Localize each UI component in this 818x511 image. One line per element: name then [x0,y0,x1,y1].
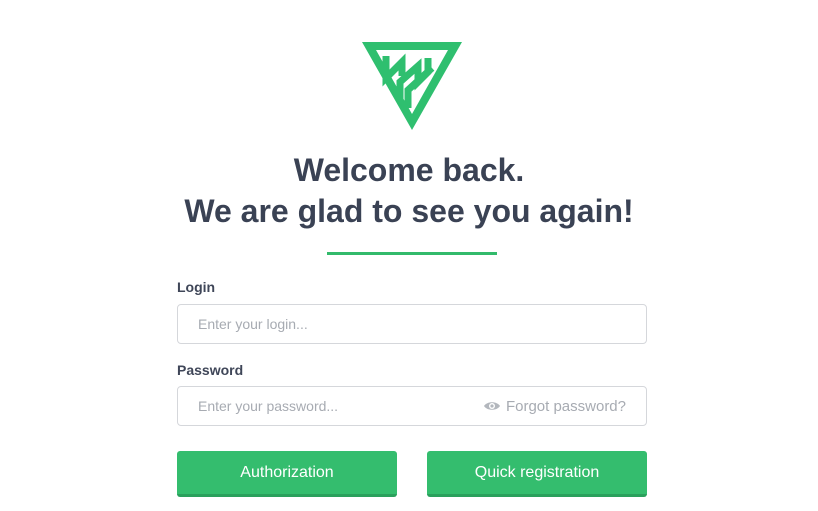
password-input[interactable] [198,387,478,425]
login-input[interactable] [198,305,478,343]
eye-icon[interactable] [483,400,501,412]
authorization-button[interactable]: Authorization [177,451,397,497]
welcome-heading: Welcome back. We are glad to see you aga… [0,150,818,232]
heading-line-2: We are glad to see you again! [184,193,634,229]
forgot-password-link[interactable]: Forgot password? [483,387,626,425]
brand-logo [362,42,462,130]
login-field-container [177,304,647,344]
login-label: Login [177,279,216,295]
forgot-password-label: Forgot password? [505,397,626,415]
quick-registration-button[interactable]: Quick registration [427,451,647,497]
heading-line-1: Welcome back. [293,152,525,188]
heading-divider [327,252,497,255]
password-field-container: Forgot password? [177,386,647,426]
password-label: Password [177,362,244,378]
